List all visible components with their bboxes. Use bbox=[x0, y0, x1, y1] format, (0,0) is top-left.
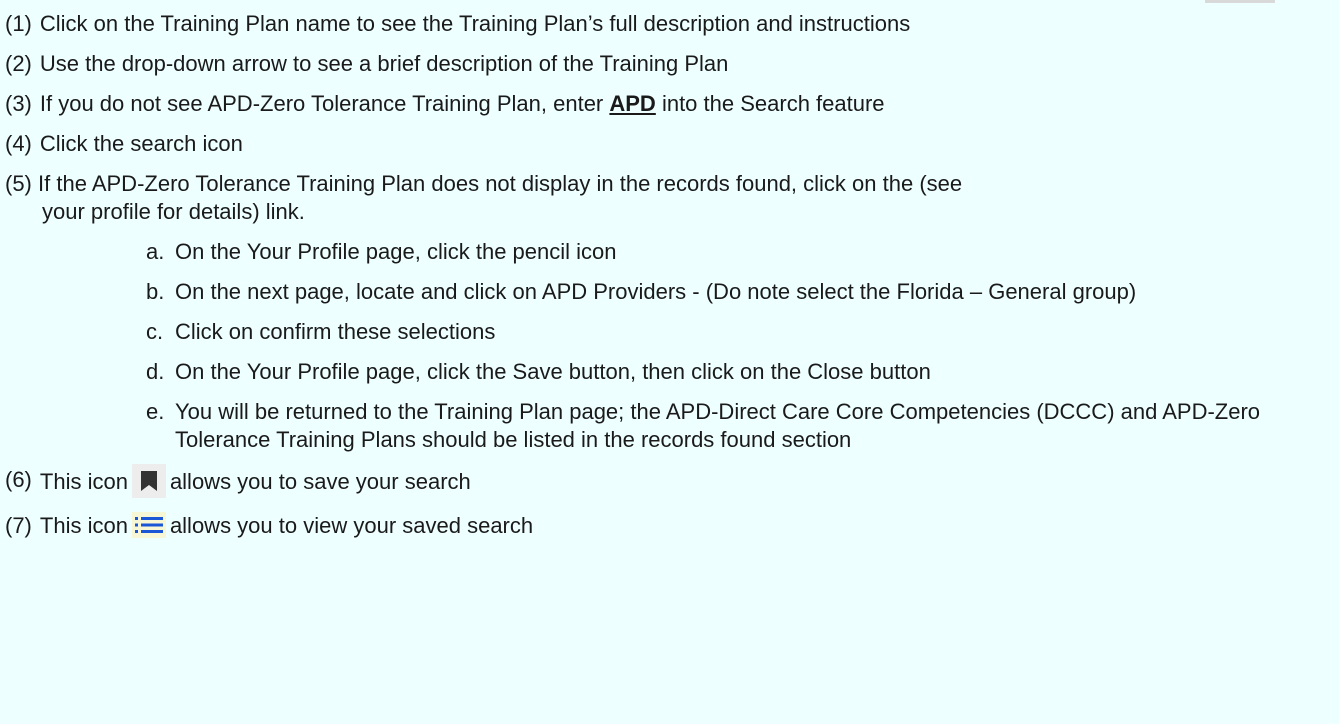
sub-step-letter: a. bbox=[146, 239, 165, 264]
sub-step-letter: d. bbox=[146, 359, 165, 384]
step-3: (3) If you do not see APD-Zero Tolerance… bbox=[5, 90, 1335, 118]
bookmark-icon bbox=[131, 464, 166, 498]
sub-step-c: c. Click on confirm these selections bbox=[5, 318, 1335, 346]
step-text: This icon allows you to save your search bbox=[32, 464, 1335, 500]
sub-step-text: Click on confirm these selections bbox=[175, 319, 496, 344]
step-number: (3) bbox=[5, 91, 32, 116]
step-number: (1) bbox=[5, 11, 32, 36]
step-number: (7) bbox=[5, 513, 32, 538]
step-text-after-icon: allows you to save your search bbox=[169, 468, 471, 494]
step-text-before-icon: This icon bbox=[39, 513, 128, 538]
sub-step-letter: e. bbox=[146, 399, 165, 424]
step-text-line-1: If the APD-Zero Tolerance Training Plan … bbox=[38, 171, 963, 196]
step-text: This icon allows you to view your saved s… bbox=[32, 512, 1335, 540]
step-text: Click on the Training Plan name to see t… bbox=[39, 11, 911, 36]
sub-step-text: You will be returned to the Training Pla… bbox=[175, 399, 1261, 452]
step-text: Click the search icon bbox=[39, 131, 243, 156]
step-text: Use the drop-down arrow to see a brief d… bbox=[39, 51, 729, 76]
step-text-after-keyword: into the Search feature bbox=[655, 91, 885, 116]
sub-step-d: d. On the Your Profile page, click the S… bbox=[5, 358, 1335, 386]
step-4: (4) Click the search icon bbox=[5, 130, 1335, 158]
step-7: (7) This icon allows you to view your sav… bbox=[5, 512, 1335, 540]
sub-step-text: On the next page, locate and click on AP… bbox=[175, 279, 1137, 304]
sub-step-e: e. You will be returned to the Training … bbox=[5, 398, 1335, 454]
step-1: (1) Click on the Training Plan name to s… bbox=[5, 10, 1335, 38]
list-icon bbox=[131, 512, 166, 539]
step-text-before-icon: This icon bbox=[39, 468, 128, 494]
step-text-before-keyword: If you do not see APD-Zero Tolerance Tra… bbox=[39, 91, 610, 116]
top-edge-strip bbox=[1205, 0, 1275, 3]
sub-step-text: On the Your Profile page, click the Save… bbox=[175, 359, 931, 384]
sub-step-a: a. On the Your Profile page, click the p… bbox=[5, 238, 1335, 266]
step-number: (5) bbox=[5, 171, 32, 196]
sub-step-letter: b. bbox=[146, 279, 165, 304]
instructions-document: (1) Click on the Training Plan name to s… bbox=[5, 10, 1335, 552]
step-2: (2) Use the drop-down arrow to see a bri… bbox=[5, 50, 1335, 78]
search-keyword: APD bbox=[609, 91, 656, 116]
step-number: (2) bbox=[5, 51, 32, 76]
step-number: (6) bbox=[5, 467, 32, 492]
step-6: (6) This icon allows you to save your sea… bbox=[5, 464, 1335, 500]
sub-step-letter: c. bbox=[146, 319, 164, 344]
step-text-line-2: your profile for details) link. bbox=[42, 199, 305, 224]
step-text-after-icon: allows you to view your saved search bbox=[169, 513, 534, 538]
step-5: (5) If the APD-Zero Tolerance Training P… bbox=[5, 170, 1335, 226]
sub-step-text: On the Your Profile page, click the penc… bbox=[175, 239, 617, 264]
step-text: If you do not see APD-Zero Tolerance Tra… bbox=[32, 90, 1335, 118]
step-number: (4) bbox=[5, 131, 32, 156]
sub-step-b: b. On the next page, locate and click on… bbox=[5, 278, 1335, 306]
